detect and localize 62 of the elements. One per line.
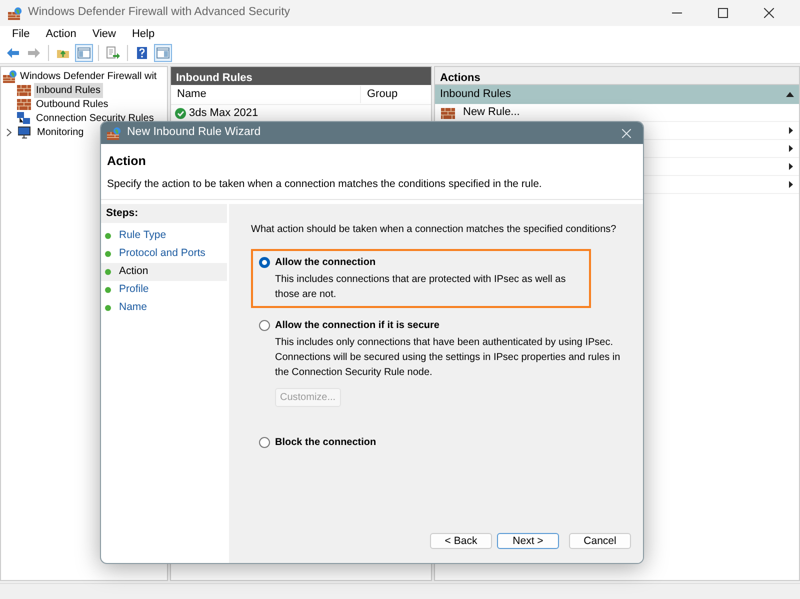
globe-wall-icon bbox=[107, 126, 121, 140]
steps-heading: Steps: bbox=[101, 204, 227, 224]
option-description: This includes connections that are protected with IPsec as well as those are not. bbox=[274, 272, 567, 302]
close-icon[interactable] bbox=[764, 8, 774, 18]
network-computers-icon bbox=[17, 112, 31, 124]
globe-wall-icon bbox=[3, 70, 17, 82]
action-link[interactable]: New Rule... bbox=[463, 104, 520, 121]
tree-item[interactable]: Windows Defender Firewall wit bbox=[20, 68, 157, 84]
step-item[interactable]: Name bbox=[101, 299, 227, 318]
column-header[interactable]: Name bbox=[171, 86, 361, 103]
tree-item[interactable]: Inbound Rules bbox=[34, 82, 102, 98]
submenu-arrow-icon[interactable] bbox=[789, 181, 793, 188]
step-item[interactable]: Protocol and Ports bbox=[101, 245, 227, 264]
step-dot-icon bbox=[105, 287, 111, 294]
globe-wall-icon bbox=[8, 6, 22, 20]
menu-item[interactable]: Action bbox=[38, 26, 84, 42]
radio-option[interactable]: Block the connection bbox=[259, 434, 623, 450]
submenu-arrow-icon[interactable] bbox=[789, 145, 793, 152]
wizard-button[interactable]: Next > bbox=[497, 533, 559, 549]
tree-item[interactable]: Monitoring bbox=[35, 124, 86, 140]
tree-item[interactable]: Connection Security Rules bbox=[34, 110, 156, 126]
step-dot-icon bbox=[105, 305, 111, 312]
menu-item[interactable]: View bbox=[84, 26, 124, 42]
export-list-icon[interactable] bbox=[104, 44, 122, 62]
window-title: Windows Defender Firewall with Advanced Security bbox=[28, 5, 290, 20]
menu-item[interactable]: Help bbox=[124, 26, 163, 42]
collapse-triangle-icon[interactable] bbox=[786, 92, 794, 97]
brick-wall-icon bbox=[441, 106, 455, 118]
radio-button[interactable] bbox=[259, 436, 270, 448]
step-dot-icon bbox=[105, 269, 111, 276]
pane-header: Actions bbox=[435, 67, 799, 85]
step-item[interactable]: Action bbox=[101, 263, 227, 282]
radio-button[interactable] bbox=[259, 256, 270, 268]
radio-option[interactable]: Allow the connection if it is secure bbox=[259, 318, 623, 332]
step-dot-icon bbox=[105, 233, 111, 240]
option-description: This includes only connections that have been authenticated by using IPsec. Connections will be secured using the settings in IPsec properties and rules in the Connection Security Rule node. bbox=[274, 336, 622, 380]
radio-button[interactable] bbox=[259, 320, 270, 330]
question-text: What action should be taken when a connection matches the specified conditions? bbox=[251, 222, 618, 236]
step-dot-icon bbox=[105, 251, 111, 258]
brick-wall-icon bbox=[17, 84, 31, 96]
radio-option[interactable]: Allow the connection bbox=[259, 254, 583, 270]
wizard-button[interactable]: Cancel bbox=[569, 533, 631, 549]
step-item[interactable]: Rule Type bbox=[101, 227, 227, 246]
monitor-icon bbox=[18, 126, 32, 138]
table-cell-text: 3ds Max 2021 bbox=[189, 106, 258, 121]
page-description: Specify the action to be taken when a connection matches the conditions specified in the rule. bbox=[107, 176, 543, 192]
submenu-arrow-icon[interactable] bbox=[789, 163, 793, 170]
maximize-icon[interactable] bbox=[718, 8, 728, 18]
chevron-icon[interactable] bbox=[5, 128, 12, 136]
wizard-button[interactable]: < Back bbox=[430, 533, 492, 549]
column-header[interactable]: Group bbox=[361, 86, 431, 103]
step-item[interactable]: Profile bbox=[101, 281, 227, 300]
pane-header: Inbound Rules bbox=[171, 67, 431, 85]
action-pane-icon[interactable] bbox=[154, 44, 172, 62]
submenu-arrow-icon[interactable] bbox=[789, 127, 793, 134]
menu-item[interactable]: File bbox=[4, 26, 38, 42]
brick-wall-icon bbox=[17, 98, 31, 110]
dialog-title: New Inbound Rule Wizard bbox=[127, 125, 261, 140]
section-header[interactable]: Inbound Rules bbox=[440, 86, 511, 103]
pane-toggle-icon[interactable] bbox=[75, 44, 93, 62]
tree-item[interactable]: Outbound Rules bbox=[34, 96, 110, 112]
page-heading: Action bbox=[107, 153, 147, 170]
